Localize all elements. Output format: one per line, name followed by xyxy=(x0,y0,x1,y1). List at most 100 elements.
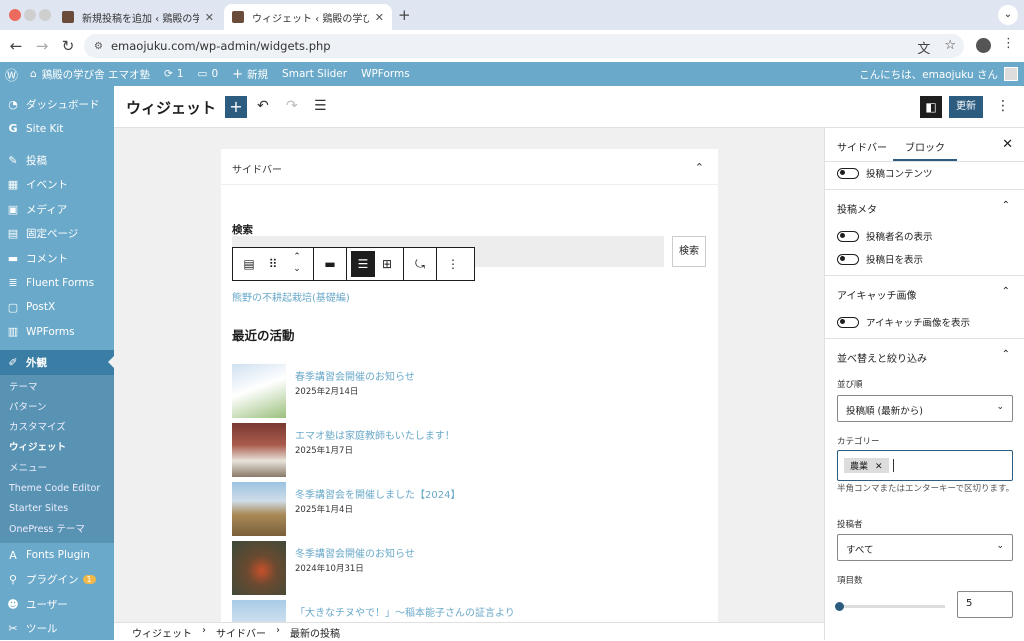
remove-token-icon[interactable]: ✕ xyxy=(875,462,883,472)
back-icon[interactable]: ← xyxy=(3,37,29,55)
widget-area-header[interactable]: サイドバー ⌃ xyxy=(221,149,718,185)
sidebar-item-site-kit[interactable]: G Site Kit xyxy=(0,117,114,142)
sidebar-item-plugins[interactable]: ⚲ プラグイン 1 xyxy=(0,567,114,592)
toggle-post-content[interactable]: 投稿コンテンツ xyxy=(837,166,933,180)
address-bar[interactable]: ⚙ emaojuku.com/wp-admin/widgets.php 文 ☆ xyxy=(84,34,964,58)
block-type-icon[interactable]: ▤ xyxy=(237,251,261,277)
breadcrumb-item[interactable]: 最新の投稿 xyxy=(290,625,340,640)
new-content-link[interactable]: + 新規 xyxy=(232,67,268,82)
browser-tab-active[interactable]: ウィジェット ‹ 鶏殿の学び舎 エマ ✕ xyxy=(224,4,392,30)
sidebar-item-events[interactable]: ▦ イベント xyxy=(0,173,114,198)
sidebar-item-appearance[interactable]: ✐ 外観 xyxy=(0,350,114,375)
page-link[interactable]: 熊野の不耕起栽培(基礎編) xyxy=(232,289,350,304)
close-tab-icon[interactable]: ✕ xyxy=(205,11,214,24)
sidebar-item-fonts-plugin[interactable]: A Fonts Plugin xyxy=(0,543,114,568)
sidebar-item-media[interactable]: ▣ メディア xyxy=(0,197,114,222)
toggle-switch[interactable] xyxy=(837,230,859,242)
breadcrumb-item[interactable]: ウィジェット xyxy=(132,625,192,640)
site-name-link[interactable]: ⌂ 鶏殿の学び舎 エマオ塾 xyxy=(30,67,150,82)
toggle-show-author[interactable]: 投稿者名の表示 xyxy=(837,229,933,243)
section-post-meta[interactable]: 投稿メタ xyxy=(837,201,877,216)
author-select[interactable]: すべて ⌄ xyxy=(837,534,1013,561)
search-block-button[interactable]: 検索 xyxy=(672,236,706,267)
drag-handle-icon[interactable]: ⠿ xyxy=(261,251,285,277)
count-slider[interactable] xyxy=(835,602,945,611)
breadcrumb-item[interactable]: サイドバー xyxy=(216,625,266,640)
sidebar-item-users[interactable]: ☻ ユーザー xyxy=(0,592,114,617)
submenu-item-theme-code-editor[interactable]: Theme Code Editor xyxy=(0,479,114,499)
sidebar-item-dashboard[interactable]: ◔ ダッシュボード xyxy=(0,92,114,117)
block-options-icon[interactable]: ⋮ xyxy=(441,251,465,277)
chevron-up-icon[interactable]: ⌃ xyxy=(1002,286,1010,297)
sidebar-item-postx[interactable]: ▢ PostX xyxy=(0,295,114,320)
tab-block[interactable]: ブロック xyxy=(893,139,957,161)
submenu-item-themes[interactable]: テーマ xyxy=(0,378,114,398)
profile-avatar[interactable] xyxy=(976,38,991,53)
undo-icon[interactable]: ↶ xyxy=(257,98,269,114)
bookmark-star-icon[interactable]: ☆ xyxy=(944,38,956,57)
toggle-switch[interactable] xyxy=(837,253,859,265)
toggle-show-date[interactable]: 投稿日を表示 xyxy=(837,252,923,266)
wpforms-link[interactable]: WPForms xyxy=(361,68,410,80)
sidebar-item-fluent-forms[interactable]: ≣ Fluent Forms xyxy=(0,271,114,296)
browser-tab[interactable]: 新規投稿を追加 ‹ 鶏殿の学び舎 エ ✕ xyxy=(54,4,222,30)
tab-search-icon[interactable]: ⌄ xyxy=(998,5,1018,25)
minimize-window-button[interactable] xyxy=(24,9,36,21)
post-thumbnail[interactable] xyxy=(232,541,286,595)
align-icon[interactable]: ▬ xyxy=(318,251,342,277)
sidebar-item-tools[interactable]: ✂ ツール xyxy=(0,616,114,641)
wordpress-logo-icon[interactable]: Ⓦ xyxy=(5,65,18,84)
updates-link[interactable]: ⟳ 1 xyxy=(164,68,184,80)
submenu-item-menus[interactable]: メニュー xyxy=(0,459,114,479)
list-view-toggle-icon[interactable]: ☰ xyxy=(351,251,375,277)
chevron-up-icon[interactable]: ⌃ xyxy=(1002,349,1010,360)
category-token-field[interactable]: 農業 ✕ xyxy=(837,450,1013,481)
forward-icon[interactable]: → xyxy=(29,37,55,55)
reload-icon[interactable]: ↻ xyxy=(55,37,81,55)
transform-icon[interactable]: ⤿ xyxy=(408,251,432,277)
redo-icon[interactable]: ↷ xyxy=(286,98,298,114)
list-view-icon[interactable]: ☰ xyxy=(314,98,327,114)
translate-icon[interactable]: 文 xyxy=(917,38,930,57)
close-tab-icon[interactable]: ✕ xyxy=(375,11,384,24)
settings-sidebar-toggle[interactable]: ◧ xyxy=(920,96,942,118)
sidebar-item-comments[interactable]: ▬ コメント xyxy=(0,246,114,271)
move-up-down-icon[interactable]: ⌃ ⌄ xyxy=(285,251,309,277)
block-inserter-button[interactable]: + xyxy=(225,96,247,118)
tab-sidebar[interactable]: サイドバー xyxy=(837,139,887,154)
count-input[interactable]: 5 xyxy=(957,591,1013,618)
update-button[interactable]: 更新 xyxy=(949,96,983,118)
browser-menu-icon[interactable]: ⋮ xyxy=(1002,36,1015,51)
submenu-item-onepress-theme[interactable]: OnePress テーマ xyxy=(0,520,114,540)
section-featured-image[interactable]: アイキャッチ画像 xyxy=(837,287,917,302)
submenu-item-starter-sites[interactable]: Starter Sites xyxy=(0,499,114,519)
post-thumbnail[interactable] xyxy=(232,423,286,477)
post-thumbnail[interactable] xyxy=(232,364,286,418)
toggle-switch[interactable] xyxy=(837,316,859,328)
sidebar-item-posts[interactable]: ✎ 投稿 xyxy=(0,148,114,173)
toggle-switch[interactable] xyxy=(837,167,859,179)
sidebar-item-pages[interactable]: ▤ 固定ページ xyxy=(0,222,114,247)
comments-link[interactable]: ▭ 0 xyxy=(198,68,219,80)
order-select[interactable]: 投稿順 (最新から) ⌄ xyxy=(837,395,1013,422)
submenu-item-widgets[interactable]: ウィジェット xyxy=(0,438,114,458)
new-tab-button[interactable]: + xyxy=(398,6,411,24)
chevron-up-icon[interactable]: ⌃ xyxy=(1002,200,1010,211)
chevron-up-icon[interactable]: ⌃ xyxy=(695,161,704,174)
zoom-window-button[interactable] xyxy=(39,9,51,21)
site-info-icon[interactable]: ⚙ xyxy=(94,41,103,52)
submenu-item-customize[interactable]: カスタマイズ xyxy=(0,418,114,438)
post-thumbnail[interactable] xyxy=(232,482,286,536)
close-icon[interactable]: ✕ xyxy=(1002,137,1013,152)
sidebar-item-wpforms[interactable]: ▥ WPForms xyxy=(0,320,114,345)
close-window-button[interactable] xyxy=(9,9,21,21)
submenu-item-patterns[interactable]: パターン xyxy=(0,398,114,418)
post-thumbnail[interactable] xyxy=(232,600,286,622)
toggle-show-featured-image[interactable]: アイキャッチ画像を表示 xyxy=(837,315,970,329)
my-account-link[interactable]: こんにちは、emaojuku さん xyxy=(859,62,1018,86)
smart-slider-link[interactable]: Smart Slider xyxy=(282,68,347,80)
grid-view-icon[interactable]: ⊞ xyxy=(375,251,399,277)
slider-handle[interactable] xyxy=(835,602,844,611)
options-menu-icon[interactable]: ⋮ xyxy=(996,98,1010,114)
section-sort-filter[interactable]: 並べ替えと絞り込み xyxy=(837,350,927,365)
